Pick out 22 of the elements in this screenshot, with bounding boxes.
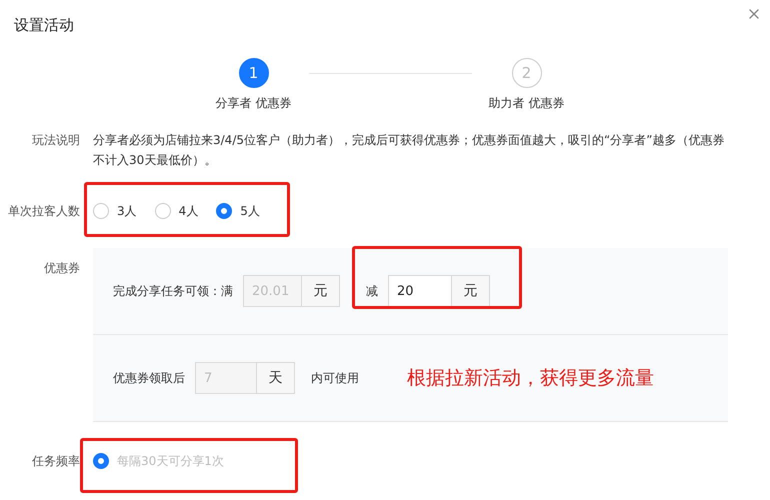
field-label: 内可使用 <box>311 370 359 386</box>
step-number: 1 <box>238 58 268 88</box>
unit-addon: 天 <box>257 362 295 394</box>
field-label: 优惠券 <box>43 260 80 277</box>
radio-option[interactable]: 3人 <box>93 202 137 220</box>
annotation-text: 根据拉新活动，获得更多流量 <box>407 366 654 391</box>
field-label: 玩法说明 <box>31 132 80 149</box>
unit-addon: 元 <box>452 275 490 307</box>
rules-text: 分享者必须为店铺拉来3/4/5位客户（助力者），完成后可获得优惠券；优惠券面值越大，吸引的“分享者”越多（优惠券不计入30天最低价）。 <box>93 132 726 169</box>
field-label: 完成分享任务可领：满 <box>113 282 233 300</box>
step-label: 分享者 优惠券 <box>216 95 292 112</box>
field-label: 单次拉客人数 <box>7 202 80 220</box>
field-label: 减 <box>366 282 378 300</box>
step-label: 助力者 优惠券 <box>488 95 564 112</box>
unit-addon: 元 <box>302 275 340 307</box>
dialog-title: 设置活动 <box>14 16 74 36</box>
field-label: 优惠券领取后 <box>113 370 185 386</box>
radio-option[interactable]: 5人 <box>216 202 260 220</box>
field-label: 任务频率 <box>31 452 80 470</box>
radio-option[interactable]: 4人 <box>154 202 198 220</box>
discount-field[interactable]: 20 <box>388 275 452 307</box>
step-number: 2 <box>512 58 542 88</box>
